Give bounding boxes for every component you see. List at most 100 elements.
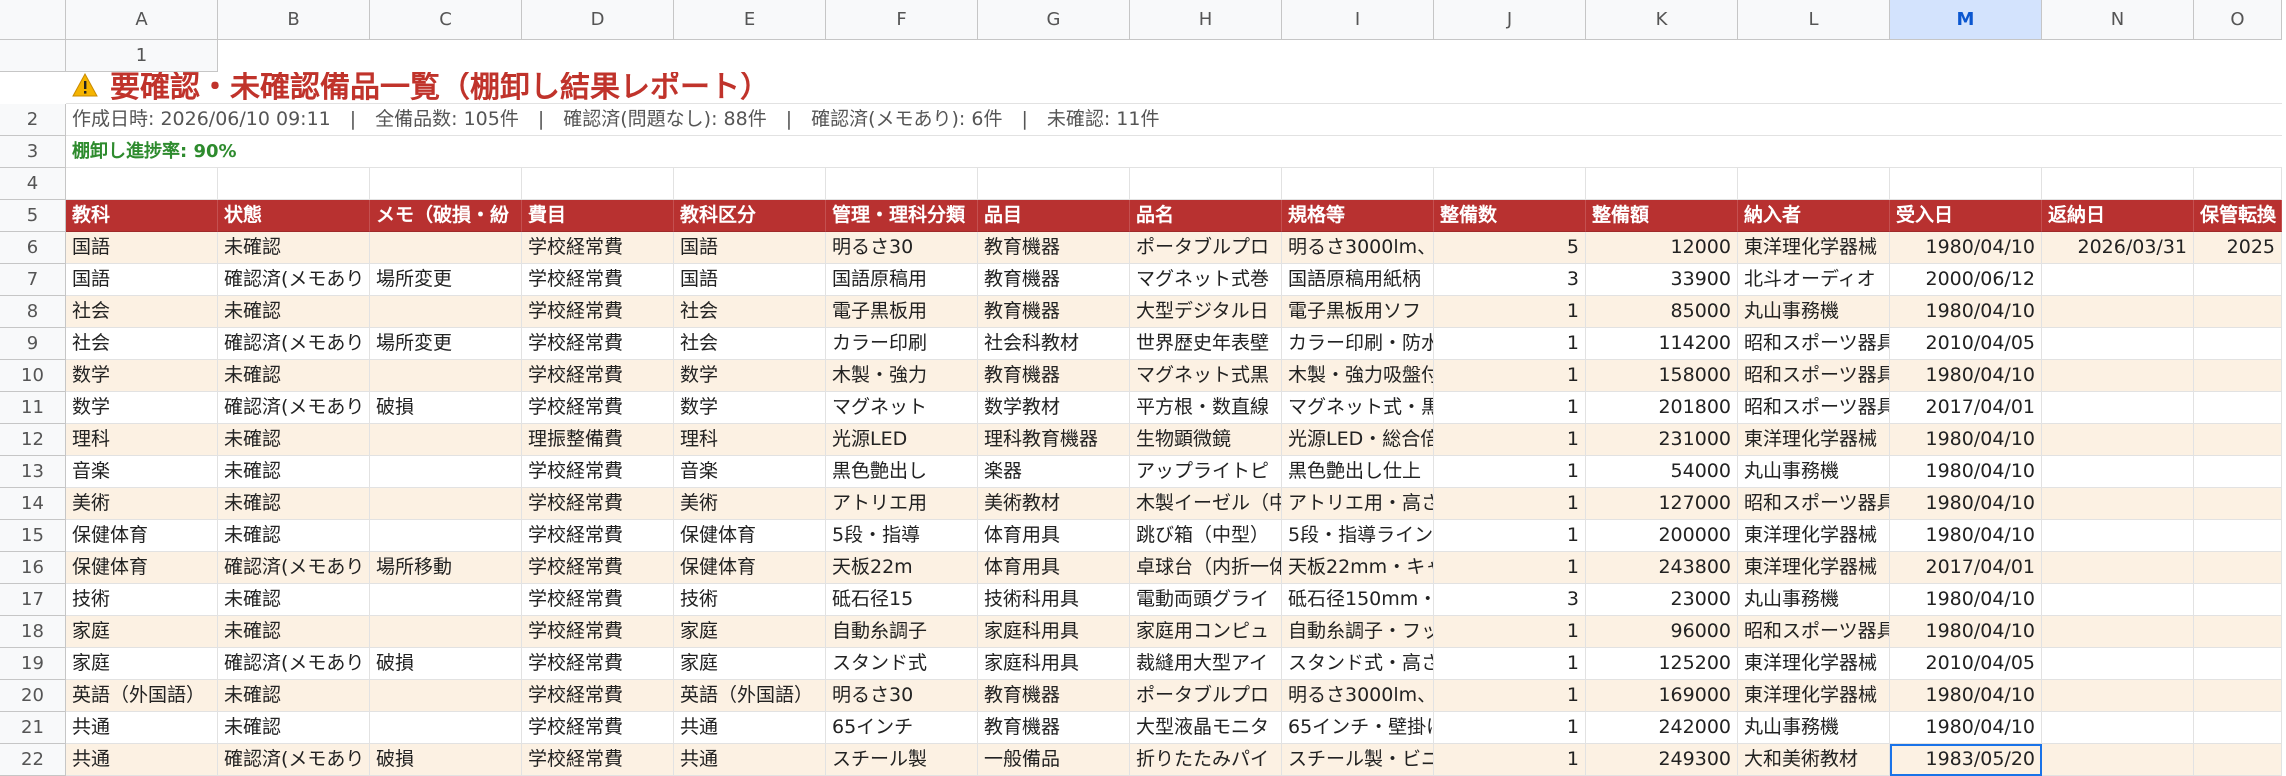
table-cell[interactable] xyxy=(2194,456,2282,488)
table-cell[interactable]: 場所変更 xyxy=(370,264,522,296)
table-cell[interactable]: 1983/05/20 xyxy=(1890,744,2042,776)
table-cell[interactable] xyxy=(2194,648,2282,680)
column-header-f[interactable]: F xyxy=(826,0,978,40)
table-cell[interactable]: 201800 xyxy=(1586,392,1738,424)
table-cell[interactable]: 学校経常費 xyxy=(522,744,674,776)
table-cell[interactable]: 明るさ30 xyxy=(826,232,978,264)
table-cell[interactable]: 200000 xyxy=(1586,520,1738,552)
table-cell[interactable]: 5 xyxy=(1434,232,1586,264)
table-cell[interactable]: 木製・強力吸盤付 xyxy=(1282,360,1434,392)
table-cell[interactable] xyxy=(2194,264,2282,296)
table-cell[interactable]: 数学 xyxy=(674,392,826,424)
table-cell[interactable]: 2010/04/05 xyxy=(1890,328,2042,360)
table-cell[interactable]: 音楽 xyxy=(66,456,218,488)
column-header-d[interactable]: D xyxy=(522,0,674,40)
table-cell[interactable]: 未確認 xyxy=(218,488,370,520)
table-cell[interactable]: 理科教育機器 xyxy=(978,424,1130,456)
table-cell[interactable]: 大型デジタル日 xyxy=(1130,296,1282,328)
row-header[interactable]: 20 xyxy=(0,680,66,712)
table-cell[interactable]: 卓球台（内折一体 xyxy=(1130,552,1282,584)
table-cell[interactable]: 場所変更 xyxy=(370,328,522,360)
table-cell[interactable]: アトリエ用 xyxy=(826,488,978,520)
table-cell[interactable]: 昭和スポーツ器具 xyxy=(1738,328,1890,360)
table-cell[interactable] xyxy=(2042,680,2194,712)
empty-cell[interactable] xyxy=(826,168,978,200)
table-cell[interactable] xyxy=(2194,360,2282,392)
table-header-cell[interactable]: 整備数 xyxy=(1434,200,1586,232)
table-cell[interactable]: 確認済(メモあり xyxy=(218,392,370,424)
table-cell[interactable]: 英語（外国語） xyxy=(674,680,826,712)
empty-cell[interactable] xyxy=(1130,168,1282,200)
row-header[interactable]: 2 xyxy=(0,104,66,136)
column-header-h[interactable]: H xyxy=(1130,0,1282,40)
table-cell[interactable]: 243800 xyxy=(1586,552,1738,584)
table-cell[interactable]: 学校経常費 xyxy=(522,264,674,296)
table-cell[interactable]: 未確認 xyxy=(218,232,370,264)
table-cell[interactable]: スタンド式 xyxy=(826,648,978,680)
table-cell[interactable] xyxy=(370,456,522,488)
table-cell[interactable]: 学校経常費 xyxy=(522,584,674,616)
table-cell[interactable] xyxy=(2042,584,2194,616)
table-cell[interactable] xyxy=(2194,328,2282,360)
table-cell[interactable] xyxy=(370,360,522,392)
table-cell[interactable] xyxy=(2042,456,2194,488)
table-cell[interactable]: 1 xyxy=(1434,712,1586,744)
table-cell[interactable]: 破損 xyxy=(370,648,522,680)
table-cell[interactable]: 1 xyxy=(1434,552,1586,584)
table-cell[interactable]: 1 xyxy=(1434,424,1586,456)
table-cell[interactable]: 東洋理化学器械 xyxy=(1738,424,1890,456)
table-cell[interactable]: 国語 xyxy=(66,264,218,296)
table-cell[interactable] xyxy=(2194,520,2282,552)
table-cell[interactable]: 5段・指導 xyxy=(826,520,978,552)
table-cell[interactable] xyxy=(2042,616,2194,648)
table-cell[interactable]: 丸山事務機 xyxy=(1738,296,1890,328)
table-cell[interactable]: 国語原稿用 xyxy=(826,264,978,296)
table-cell[interactable]: 保健体育 xyxy=(674,520,826,552)
table-cell[interactable]: 1980/04/10 xyxy=(1890,456,2042,488)
table-cell[interactable]: 生物顕微鏡 xyxy=(1130,424,1282,456)
table-cell[interactable]: 明るさ3000lm、 xyxy=(1282,680,1434,712)
table-cell[interactable]: 249300 xyxy=(1586,744,1738,776)
row-header[interactable]: 4 xyxy=(0,168,66,200)
table-cell[interactable]: 1 xyxy=(1434,744,1586,776)
table-cell[interactable]: 1 xyxy=(1434,616,1586,648)
table-cell[interactable] xyxy=(2042,360,2194,392)
table-cell[interactable]: 3 xyxy=(1434,264,1586,296)
table-cell[interactable]: 確認済(メモあり xyxy=(218,744,370,776)
table-cell[interactable]: 東洋理化学器械 xyxy=(1738,552,1890,584)
empty-cell[interactable] xyxy=(522,168,674,200)
empty-cell[interactable] xyxy=(978,168,1130,200)
table-header-cell[interactable]: 返納日 xyxy=(2042,200,2194,232)
table-cell[interactable] xyxy=(370,232,522,264)
table-cell[interactable]: 理振整備費 xyxy=(522,424,674,456)
table-cell[interactable] xyxy=(2194,552,2282,584)
table-cell[interactable]: 学校経常費 xyxy=(522,456,674,488)
table-cell[interactable]: 1980/04/10 xyxy=(1890,712,2042,744)
table-cell[interactable]: 数学教材 xyxy=(978,392,1130,424)
table-cell[interactable] xyxy=(2194,680,2282,712)
table-cell[interactable]: 1 xyxy=(1434,392,1586,424)
table-cell[interactable]: 54000 xyxy=(1586,456,1738,488)
table-cell[interactable] xyxy=(2042,552,2194,584)
table-cell[interactable]: 楽器 xyxy=(978,456,1130,488)
table-cell[interactable]: 裁縫用大型アイ xyxy=(1130,648,1282,680)
table-header-cell[interactable]: 保管転換 xyxy=(2194,200,2282,232)
table-cell[interactable] xyxy=(370,424,522,456)
row-header[interactable]: 7 xyxy=(0,264,66,296)
table-cell[interactable]: 技術科用具 xyxy=(978,584,1130,616)
table-cell[interactable]: 音楽 xyxy=(674,456,826,488)
table-cell[interactable]: 2017/04/01 xyxy=(1890,392,2042,424)
table-cell[interactable]: 学校経常費 xyxy=(522,680,674,712)
table-cell[interactable]: 家庭 xyxy=(674,648,826,680)
row-header[interactable]: 1 xyxy=(66,40,218,72)
table-cell[interactable] xyxy=(2194,488,2282,520)
table-header-cell[interactable]: 管理・理科分類 xyxy=(826,200,978,232)
table-cell[interactable]: 家庭科用具 xyxy=(978,648,1130,680)
table-header-cell[interactable]: 規格等 xyxy=(1282,200,1434,232)
table-cell[interactable]: スタンド式・高さ xyxy=(1282,648,1434,680)
table-cell[interactable]: 黒色艶出し仕上 xyxy=(1282,456,1434,488)
table-cell[interactable]: 東洋理化学器械 xyxy=(1738,648,1890,680)
table-cell[interactable]: 自動糸調子 xyxy=(826,616,978,648)
column-header-e[interactable]: E xyxy=(674,0,826,40)
table-cell[interactable]: 学校経常費 xyxy=(522,616,674,648)
